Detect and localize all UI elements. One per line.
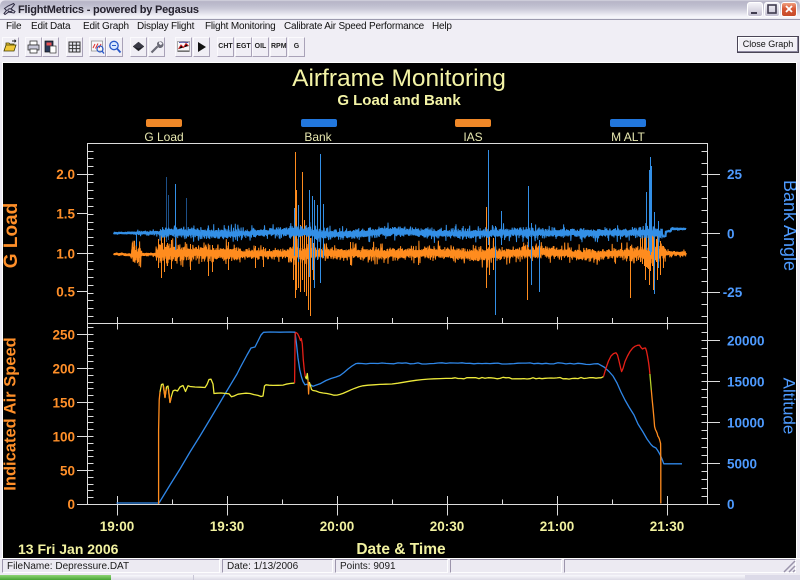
- svg-text:50: 50: [60, 463, 75, 478]
- svg-text:1.0: 1.0: [56, 246, 75, 261]
- svg-text:G Load and Bank: G Load and Bank: [337, 92, 461, 109]
- svg-text:Bank: Bank: [304, 130, 332, 144]
- svg-text:-25: -25: [723, 285, 743, 300]
- svg-text:19:00: 19:00: [100, 519, 135, 534]
- svg-text:25: 25: [727, 167, 743, 182]
- svg-text:13 Fri Jan 2006: 13 Fri Jan 2006: [18, 541, 119, 557]
- svg-text:Altitude: Altitude: [780, 378, 797, 435]
- svg-text:Bank Angle: Bank Angle: [780, 180, 796, 271]
- svg-text:150: 150: [52, 395, 75, 410]
- svg-text:5000: 5000: [727, 456, 757, 471]
- svg-text:M ALT: M ALT: [611, 130, 645, 144]
- svg-text:IAS: IAS: [463, 130, 482, 144]
- svg-text:100: 100: [52, 429, 75, 444]
- svg-text:1.5: 1.5: [56, 207, 75, 222]
- svg-text:250: 250: [52, 327, 75, 342]
- svg-text:20:30: 20:30: [430, 519, 465, 534]
- svg-text:200: 200: [52, 361, 75, 376]
- svg-text:0: 0: [67, 497, 75, 512]
- svg-text:19:30: 19:30: [210, 519, 245, 534]
- svg-text:0.5: 0.5: [56, 284, 75, 299]
- svg-text:0: 0: [727, 497, 735, 512]
- svg-text:21:00: 21:00: [540, 519, 575, 534]
- svg-text:21:30: 21:30: [650, 519, 685, 534]
- svg-text:0: 0: [727, 227, 735, 242]
- svg-text:G Load: G Load: [144, 130, 183, 144]
- svg-text:10000: 10000: [727, 415, 765, 430]
- svg-text:Date & Time: Date & Time: [356, 541, 446, 558]
- svg-text:Airframe Monitoring: Airframe Monitoring: [292, 65, 506, 92]
- svg-text:15000: 15000: [727, 374, 765, 389]
- svg-text:20:00: 20:00: [320, 519, 355, 534]
- svg-text:G Load: G Load: [2, 203, 22, 268]
- svg-text:2.0: 2.0: [56, 167, 75, 182]
- svg-text:20000: 20000: [727, 334, 765, 349]
- svg-text:Indicated Air Speed: Indicated Air Speed: [2, 337, 20, 490]
